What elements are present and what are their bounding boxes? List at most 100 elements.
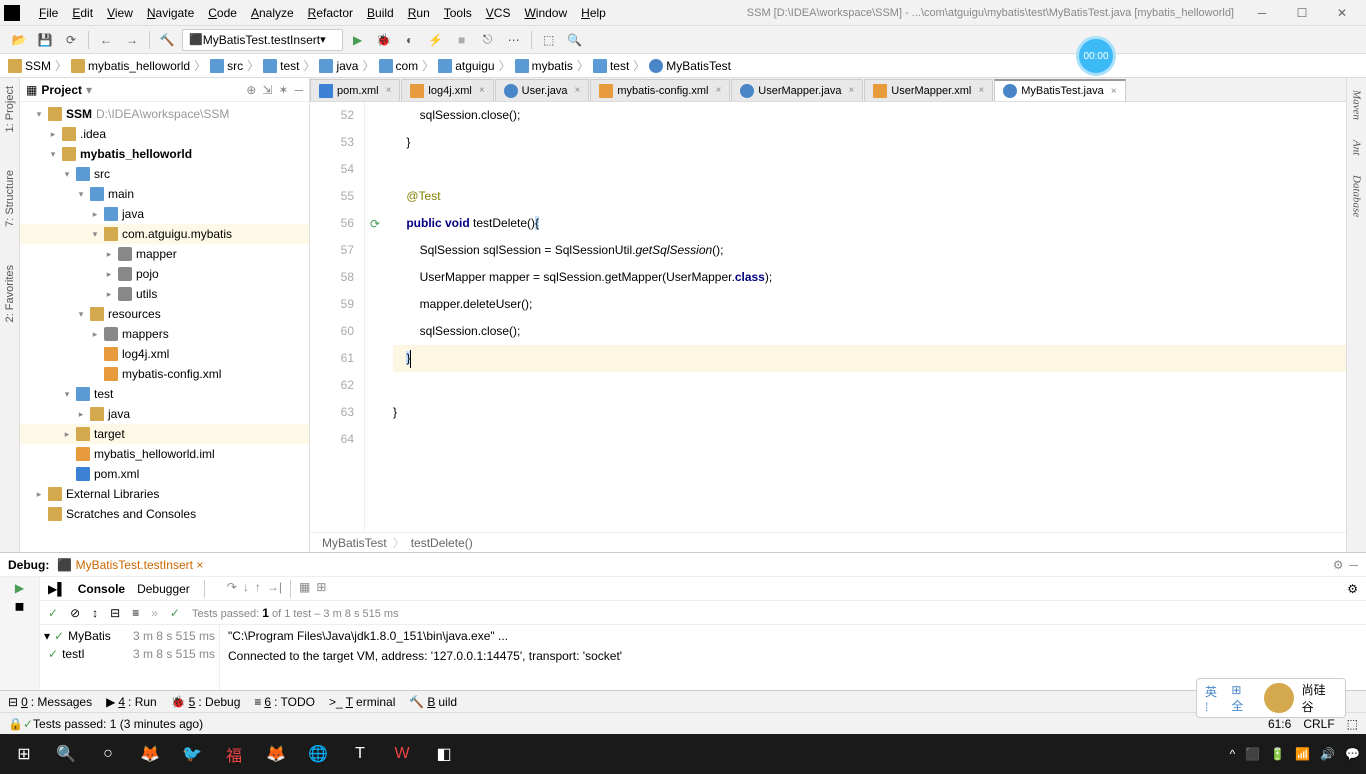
layout2-icon[interactable]: ⊞ — [316, 580, 326, 598]
close-tab-icon[interactable]: × — [479, 85, 485, 96]
tree-node[interactable]: ▸.idea — [20, 124, 309, 144]
collapse-all-icon[interactable]: ≡ — [132, 606, 139, 620]
editor-tab[interactable]: log4j.xml× — [401, 79, 493, 101]
console-tab[interactable]: Console — [78, 582, 125, 596]
volume-icon[interactable]: 🔊 — [1320, 747, 1335, 761]
menu-analyze[interactable]: Analyze — [244, 6, 301, 20]
project-tree[interactable]: ▾SSM D:\IDEA\workspace\SSM▸.idea▾mybatis… — [20, 102, 309, 552]
search-icon[interactable]: 🔍 — [564, 29, 586, 51]
close-button[interactable]: ✕ — [1322, 1, 1362, 25]
code-crumb[interactable]: MyBatisTest — [322, 536, 387, 550]
console-tab-icon[interactable]: ▶▌ — [48, 582, 66, 596]
menu-code[interactable]: Code — [201, 6, 244, 20]
check-icon[interactable]: ✓ — [48, 606, 58, 620]
search-taskbar-icon[interactable]: 🔍 — [48, 736, 84, 772]
app5-icon[interactable]: W — [384, 736, 420, 772]
dropdown-icon[interactable]: ▾ — [86, 83, 92, 97]
test-tree[interactable]: ▾✓MyBatis3 m 8 s 515 ms✓testI3 m 8 s 515… — [40, 625, 220, 690]
collapse-icon[interactable]: ✶ — [278, 83, 288, 97]
menu-view[interactable]: View — [100, 6, 140, 20]
code-crumb[interactable]: testDelete() — [411, 536, 473, 550]
crumb-9[interactable]: MyBatisTest — [649, 59, 731, 73]
tray-icon[interactable]: ⬛ — [1245, 747, 1260, 761]
run-to-cursor-icon[interactable]: →| — [267, 580, 282, 598]
tree-node[interactable]: ▾test — [20, 384, 309, 404]
battery-icon[interactable]: 🔋 — [1270, 747, 1285, 761]
menu-edit[interactable]: Edit — [65, 6, 100, 20]
tree-node[interactable]: pom.xml — [20, 464, 309, 484]
coverage-icon[interactable]: ◐ — [399, 29, 421, 51]
app3-icon[interactable]: 福 — [216, 736, 252, 772]
debugger-tab[interactable]: Debugger — [137, 582, 190, 596]
tree-node[interactable]: mybatis_helloworld.iml — [20, 444, 309, 464]
code-text[interactable]: sqlSession.close(); } @Test public void … — [385, 102, 1346, 532]
refresh-icon[interactable]: ⟳ — [60, 29, 82, 51]
right-tab[interactable]: Database — [1351, 175, 1363, 217]
close-tab-icon[interactable]: × — [848, 85, 854, 96]
tree-node[interactable]: ▾src — [20, 164, 309, 184]
minimize-icon[interactable]: ─ — [1349, 558, 1358, 572]
debug-console[interactable]: "C:\Program Files\Java\jdk1.8.0_151\bin\… — [220, 625, 1366, 690]
crumb-6[interactable]: atguigu — [438, 59, 494, 73]
menu-run[interactable]: Run — [401, 6, 437, 20]
sort-icon[interactable]: ↕ — [92, 606, 98, 620]
lock-icon[interactable]: 🔒 — [8, 717, 23, 731]
right-tab[interactable]: Maven — [1351, 90, 1363, 120]
debug-icon[interactable]: 🐞 — [373, 29, 395, 51]
bottom-tab[interactable]: ▶ 4: Run — [106, 695, 157, 709]
editor-tab[interactable]: UserMapper.xml× — [864, 79, 993, 101]
menu-window[interactable]: Window — [517, 6, 574, 20]
encoding-icon[interactable]: ⬚ — [1347, 717, 1358, 731]
menu-file[interactable]: File — [32, 6, 65, 20]
tree-node[interactable]: ▸java — [20, 204, 309, 224]
tree-node[interactable]: ▸mappers — [20, 324, 309, 344]
menu-vcs[interactable]: VCS — [479, 6, 518, 20]
crumb-0[interactable]: SSM — [8, 59, 51, 73]
forward-icon[interactable]: → — [121, 29, 143, 51]
menu-build[interactable]: Build — [360, 6, 401, 20]
crumb-7[interactable]: mybatis — [515, 59, 573, 73]
tree-node[interactable]: ▸pojo — [20, 264, 309, 284]
tree-node[interactable]: ▸utils — [20, 284, 309, 304]
bottom-tab[interactable]: 🔨 Build — [409, 695, 457, 709]
menu-tools[interactable]: Tools — [437, 6, 479, 20]
run-config-dropdown[interactable]: ⬛ MyBatisTest.testInsert ▾ — [182, 29, 343, 51]
crumb-5[interactable]: com — [379, 59, 419, 73]
menu-refactor[interactable]: Refactor — [301, 6, 360, 20]
tray-up-icon[interactable]: ^ — [1230, 747, 1236, 761]
cortana-icon[interactable]: ○ — [90, 736, 126, 772]
app2-icon[interactable]: 🐦 — [174, 736, 210, 772]
left-tab[interactable]: 7: Structure — [4, 166, 16, 231]
stop-icon[interactable]: ■ — [451, 29, 473, 51]
editor-tab[interactable]: MyBatisTest.java× — [994, 79, 1125, 101]
menu-navigate[interactable]: Navigate — [140, 6, 201, 20]
wifi-icon[interactable]: 📶 — [1295, 747, 1310, 761]
editor-tab[interactable]: UserMapper.java× — [731, 79, 863, 101]
tree-node[interactable]: Scratches and Consoles — [20, 504, 309, 524]
more-icon[interactable]: ⋯ — [503, 29, 525, 51]
right-tab[interactable]: Ant — [1351, 140, 1363, 155]
tree-node[interactable]: ▸target — [20, 424, 309, 444]
step-over-icon[interactable]: ↷ — [227, 580, 237, 598]
test-item[interactable]: ▾✓MyBatis3 m 8 s 515 ms — [44, 627, 215, 645]
editor-tab[interactable]: mybatis-config.xml× — [590, 79, 730, 101]
run-icon[interactable]: ▶ — [347, 29, 369, 51]
profile-icon[interactable]: ⚡ — [425, 29, 447, 51]
notif-icon[interactable]: 💬 — [1345, 747, 1360, 761]
select-opened-icon[interactable]: ⊕ — [246, 83, 256, 97]
expand-all-icon[interactable]: ⊟ — [110, 606, 120, 620]
tree-node[interactable]: ▸java — [20, 404, 309, 424]
tree-node[interactable]: ▸External Libraries — [20, 484, 309, 504]
close-tab-icon[interactable]: × — [386, 85, 392, 96]
tree-node[interactable]: mybatis-config.xml — [20, 364, 309, 384]
editor-tab[interactable]: User.java× — [495, 79, 590, 101]
settings-icon[interactable]: ⚙ — [1347, 582, 1358, 596]
left-tab[interactable]: 2: Favorites — [4, 261, 16, 326]
tree-node[interactable]: ▾resources — [20, 304, 309, 324]
editor-tab[interactable]: pom.xml× — [310, 79, 400, 101]
vcs-icon[interactable]: ⬚ — [538, 29, 560, 51]
tree-node[interactable]: ▾com.atguigu.mybatis — [20, 224, 309, 244]
firefox-icon[interactable]: 🦊 — [258, 736, 294, 772]
rerun-icon[interactable]: ▶ — [15, 581, 24, 595]
close-tab-icon[interactable]: × — [715, 85, 721, 96]
